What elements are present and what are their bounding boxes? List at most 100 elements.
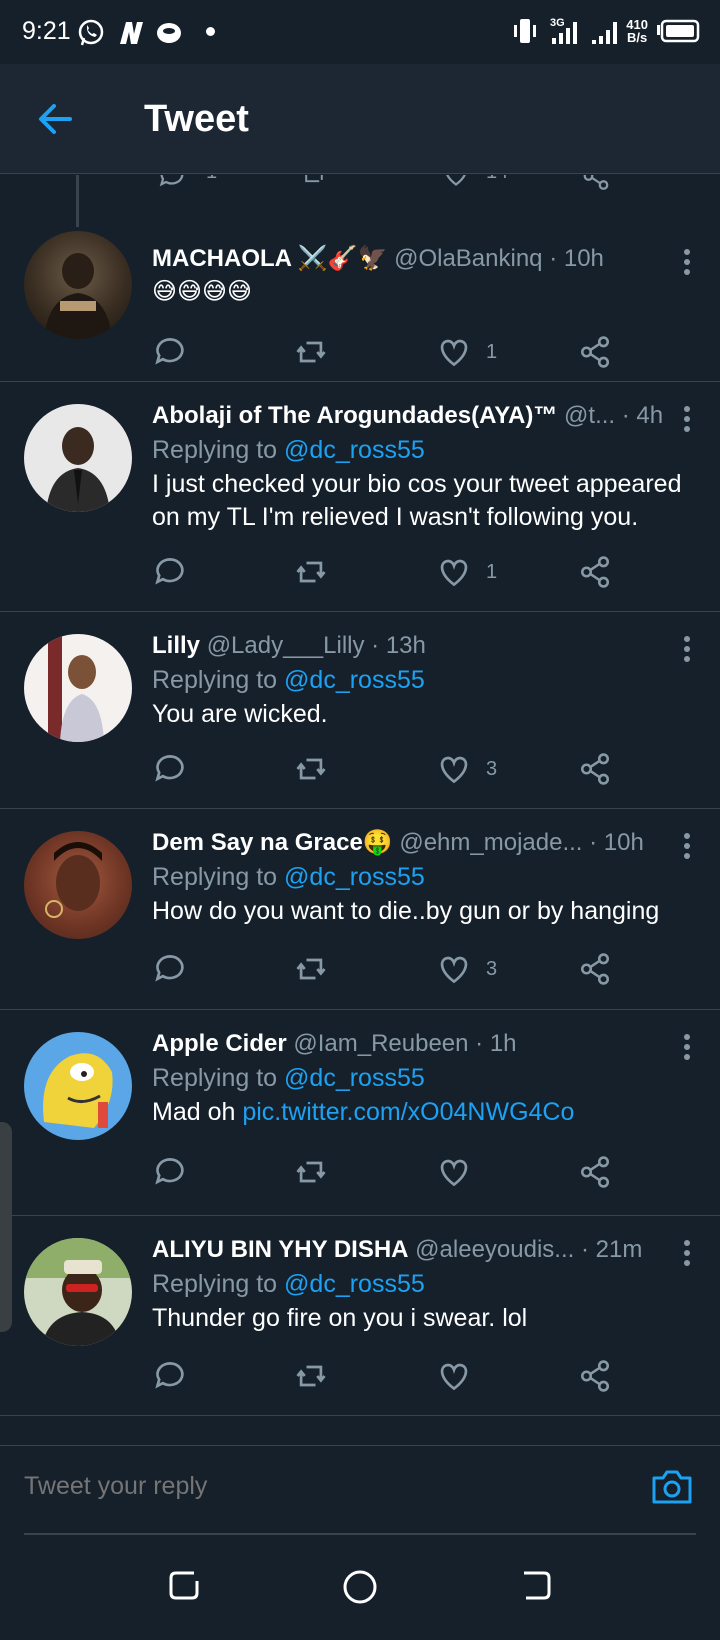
share-icon[interactable] xyxy=(578,175,614,191)
mention-link[interactable]: @dc_ross55 xyxy=(284,1064,425,1092)
replying-to: Replying to @dc_ross55 xyxy=(152,859,696,895)
user-handle[interactable]: @aleeyoudis... xyxy=(415,1236,574,1263)
like-count: 1 xyxy=(486,560,498,583)
display-name[interactable]: Dem Say na Grace🤑 xyxy=(152,829,393,856)
reply-icon xyxy=(155,1158,184,1185)
reply-button[interactable] xyxy=(152,749,188,789)
tweet-text: How do you want to die..by gun or by han… xyxy=(152,897,660,925)
like-icon xyxy=(440,756,468,784)
share-button[interactable] xyxy=(578,1152,612,1192)
share-icon xyxy=(580,1360,610,1392)
avatar[interactable] xyxy=(24,634,132,742)
like-button[interactable]: 1 xyxy=(436,552,497,592)
mention-link[interactable]: @dc_ross55 xyxy=(284,666,425,694)
reply-input[interactable] xyxy=(24,1472,584,1501)
tweet-actions xyxy=(152,1152,612,1192)
avatar[interactable] xyxy=(24,404,132,512)
retweet-button[interactable] xyxy=(292,749,330,789)
user-handle[interactable]: @OlaBankinq xyxy=(394,245,542,272)
like-icon xyxy=(440,339,468,367)
tweet-time: · 10h xyxy=(549,245,604,272)
camera-icon[interactable] xyxy=(650,1466,694,1506)
share-button[interactable] xyxy=(578,1356,612,1396)
retweet-icon xyxy=(296,958,326,980)
tweet-actions: 1 xyxy=(152,332,612,372)
tweet-item[interactable]: ALIYU BIN YHY DISHA @aleeyoudis... · 21m… xyxy=(0,1216,720,1416)
reply-button[interactable] xyxy=(152,949,188,989)
tweet-text: You are wicked. xyxy=(152,700,328,728)
user-handle[interactable]: @ehm_mojade... xyxy=(399,829,582,856)
tweet-header: Lilly @Lady___Lilly · 13h xyxy=(152,630,696,662)
reply-button[interactable] xyxy=(152,1152,188,1192)
user-handle[interactable]: @Iam_Reubeen xyxy=(293,1030,468,1057)
retweet-icon[interactable] xyxy=(294,175,334,189)
display-name[interactable]: Lilly xyxy=(152,632,200,659)
display-name[interactable]: MACHAOLA ⚔️🎸🦅 xyxy=(152,245,387,272)
more-options-icon[interactable] xyxy=(682,833,692,863)
tweet-item[interactable]: Lilly @Lady___Lilly · 13h Replying to @d… xyxy=(0,612,720,809)
thread-line xyxy=(76,175,79,227)
avatar[interactable] xyxy=(24,231,132,339)
share-icon xyxy=(580,753,610,785)
retweet-button[interactable] xyxy=(292,332,330,372)
replying-to-label: Replying to xyxy=(152,863,278,891)
notification-dot-icon xyxy=(206,27,215,36)
more-options-icon[interactable] xyxy=(682,636,692,666)
tweet-item[interactable]: Abolaji of The Arogundades(AYA)™ @t... ·… xyxy=(0,382,720,612)
display-name[interactable]: Abolaji of The Arogundades(AYA)™ xyxy=(152,402,557,429)
share-button[interactable] xyxy=(578,332,612,372)
retweet-button[interactable] xyxy=(292,1152,330,1192)
reply-button[interactable] xyxy=(152,552,188,592)
back-nav-icon[interactable] xyxy=(518,1567,554,1603)
recent-apps-icon[interactable] xyxy=(166,1567,202,1603)
more-options-icon[interactable] xyxy=(682,1034,692,1064)
retweet-button[interactable] xyxy=(292,1356,330,1396)
share-button[interactable] xyxy=(578,949,612,989)
like-button[interactable]: 3 xyxy=(436,749,497,789)
retweet-button[interactable] xyxy=(292,949,330,989)
reply-icon xyxy=(155,338,184,365)
like-button[interactable]: 3 xyxy=(436,949,497,989)
tweet-item[interactable]: Dem Say na Grace🤑 @ehm_mojade... · 10h R… xyxy=(0,809,720,1010)
avatar-image xyxy=(43,1053,113,1128)
back-arrow-icon[interactable] xyxy=(32,94,82,144)
app-bar: Tweet xyxy=(0,64,720,174)
like-button[interactable] xyxy=(436,1152,486,1192)
user-handle[interactable]: @Lady___Lilly xyxy=(207,632,365,659)
avatar[interactable] xyxy=(24,831,132,939)
mention-link[interactable]: @dc_ross55 xyxy=(284,863,425,891)
display-name[interactable]: Apple Cider xyxy=(152,1030,287,1057)
reply-button[interactable] xyxy=(152,1356,188,1396)
user-handle[interactable]: @t... xyxy=(564,402,615,429)
like-icon[interactable] xyxy=(436,175,476,189)
tweet-header: Dem Say na Grace🤑 @ehm_mojade... · 10h xyxy=(152,827,696,859)
avatar[interactable] xyxy=(24,1032,132,1140)
reply-button[interactable] xyxy=(152,332,188,372)
like-button[interactable] xyxy=(436,1356,486,1396)
reply-icon xyxy=(155,1362,184,1389)
edge-panel-handle[interactable] xyxy=(0,1122,12,1332)
mention-link[interactable]: @dc_ross55 xyxy=(284,1270,425,1298)
replies-feed[interactable]: 1 14 MACHAOLA ⚔️🎸🦅 @OlaBanki xyxy=(0,175,720,1445)
tweet-item[interactable]: Apple Cider @Iam_Reubeen · 1h Replying t… xyxy=(0,1010,720,1216)
home-icon[interactable] xyxy=(340,1567,380,1607)
avatar[interactable] xyxy=(24,1238,132,1346)
reply-icon[interactable] xyxy=(152,175,192,191)
more-options-icon[interactable] xyxy=(682,249,692,279)
more-options-icon[interactable] xyxy=(682,406,692,436)
network-speed: 410 B/s xyxy=(626,18,648,44)
like-button[interactable]: 1 xyxy=(436,332,497,372)
share-button[interactable] xyxy=(578,552,612,592)
tweet-link[interactable]: pic.twitter.com/xO04NWG4Co xyxy=(242,1098,574,1126)
tweet-item[interactable]: MACHAOLA ⚔️🎸🦅 @OlaBankinq · 10h 😅😅😅😅 1 xyxy=(0,175,720,382)
more-options-icon[interactable] xyxy=(682,1240,692,1270)
netflix-n-icon xyxy=(120,22,143,44)
share-button[interactable] xyxy=(578,749,612,789)
display-name[interactable]: ALIYU BIN YHY DISHA xyxy=(152,1236,409,1263)
status-icons: 3G 410 B/s xyxy=(510,14,700,48)
like-count: 1 xyxy=(486,340,498,363)
mention-link[interactable]: @dc_ross55 xyxy=(284,436,425,464)
tweet-header: MACHAOLA ⚔️🎸🦅 @OlaBankinq · 10h xyxy=(152,243,696,275)
tweet-actions: 1 xyxy=(152,552,612,592)
retweet-button[interactable] xyxy=(292,552,330,592)
